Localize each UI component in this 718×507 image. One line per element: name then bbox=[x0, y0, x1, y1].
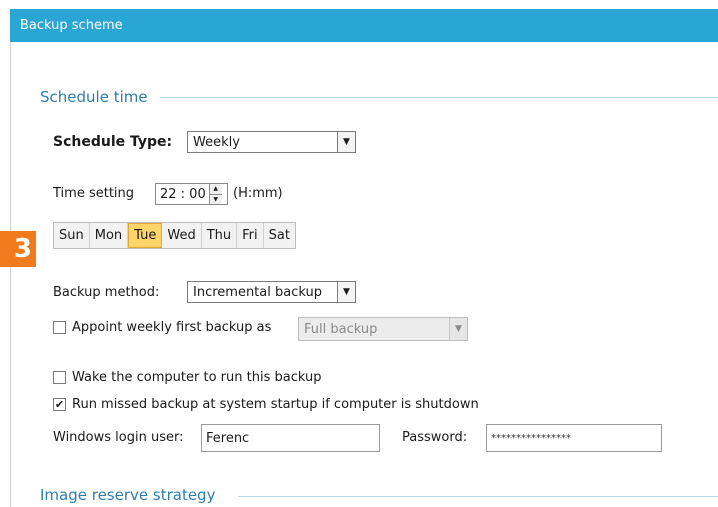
schedule-type-select[interactable]: Weekly ▼ bbox=[187, 131, 356, 153]
step-marker-text: 3 bbox=[13, 234, 32, 264]
checkbox-box[interactable] bbox=[53, 371, 66, 384]
backup-method-select[interactable]: Incremental backup ▼ bbox=[187, 281, 356, 303]
spin-up-icon[interactable]: ▲ bbox=[209, 184, 222, 194]
weekday-selector: Sun Mon Tue Wed Thu Fri Sat bbox=[53, 222, 296, 249]
password-input[interactable]: **************** bbox=[486, 424, 662, 452]
login-user-value: Ferenc bbox=[206, 430, 250, 446]
time-value: 22 : 00 bbox=[160, 186, 206, 202]
checkbox-box[interactable] bbox=[53, 321, 66, 334]
section-divider bbox=[160, 97, 718, 98]
backup-method-value: Incremental backup bbox=[193, 284, 322, 300]
wake-checkbox[interactable]: Wake the computer to run this backup bbox=[53, 370, 321, 385]
time-format-label: (H:mm) bbox=[233, 186, 283, 201]
chevron-down-icon: ▼ bbox=[449, 318, 467, 340]
day-mon[interactable]: Mon bbox=[89, 223, 129, 248]
appoint-backup-value: Full backup bbox=[304, 321, 378, 337]
missed-backup-checkbox[interactable]: ✔ Run missed backup at system startup if… bbox=[53, 397, 479, 412]
day-wed[interactable]: Wed bbox=[162, 223, 202, 248]
checkmark-icon[interactable]: ✔ bbox=[53, 398, 66, 411]
section-title-reserve: Image reserve strategy bbox=[40, 486, 222, 504]
time-setting-label: Time setting bbox=[53, 186, 135, 201]
window-title: Backup scheme bbox=[20, 18, 123, 33]
section-title-schedule: Schedule time bbox=[40, 88, 154, 106]
schedule-type-label: Schedule Type: bbox=[53, 134, 173, 150]
missed-backup-label: Run missed backup at system startup if c… bbox=[72, 397, 479, 412]
wake-label: Wake the computer to run this backup bbox=[72, 370, 322, 385]
day-sun[interactable]: Sun bbox=[54, 223, 90, 248]
time-spinner[interactable]: 22 : 00 ▲ ▼ bbox=[155, 183, 228, 205]
day-thu[interactable]: Thu bbox=[201, 223, 238, 248]
day-tue[interactable]: Tue bbox=[128, 223, 163, 248]
section-divider bbox=[238, 496, 718, 497]
day-fri[interactable]: Fri bbox=[237, 223, 264, 248]
chevron-down-icon[interactable]: ▼ bbox=[337, 282, 355, 302]
spin-down-icon[interactable]: ▼ bbox=[209, 193, 222, 204]
appoint-label: Appoint weekly first backup as bbox=[72, 320, 272, 335]
password-label: Password: bbox=[402, 430, 468, 445]
chevron-down-icon[interactable]: ▼ bbox=[337, 132, 355, 152]
window-border bbox=[10, 42, 11, 507]
schedule-type-value: Weekly bbox=[193, 134, 240, 150]
password-value: **************** bbox=[491, 432, 571, 444]
appoint-checkbox[interactable]: Appoint weekly first backup as bbox=[53, 320, 271, 335]
login-user-input[interactable]: Ferenc bbox=[201, 424, 380, 452]
spinner-buttons[interactable]: ▲ ▼ bbox=[208, 184, 222, 204]
day-sat[interactable]: Sat bbox=[263, 223, 295, 248]
appoint-backup-select: Full backup ▼ bbox=[298, 317, 468, 341]
login-user-label: Windows login user: bbox=[53, 430, 184, 445]
window-titlebar: Backup scheme bbox=[10, 9, 718, 42]
step-marker: 3 bbox=[0, 231, 36, 267]
backup-method-label: Backup method: bbox=[53, 285, 160, 300]
